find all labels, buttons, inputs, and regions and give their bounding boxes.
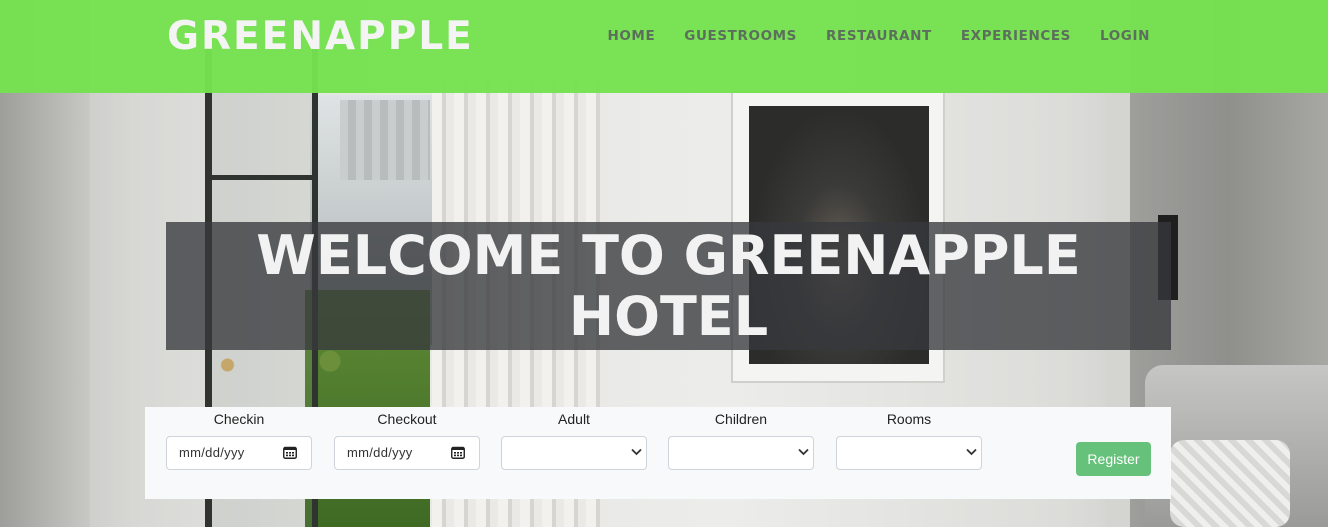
main-nav: HOME GUESTROOMS RESTAURANT EXPERIENCES L… [607,27,1150,45]
adult-select[interactable] [501,436,647,470]
children-field: Children [668,407,814,470]
checkout-input[interactable]: mm/dd/yyy [334,436,480,470]
checkout-label: Checkout [377,411,437,427]
checkin-field: Checkin mm/dd/yyy [166,407,312,470]
checkout-value: mm/dd/yyy [347,445,413,460]
site-header: GREENAPPLE HOME GUESTROOMS RESTAURANT EX… [0,0,1328,93]
chevron-down-icon [966,448,977,456]
checkin-value: mm/dd/yyy [179,445,245,460]
adult-field: Adult [501,407,647,470]
hero-outside-building [340,100,430,180]
children-select[interactable] [668,436,814,470]
welcome-banner: WELCOME TO GREENAPPLE HOTEL [166,222,1171,350]
chevron-down-icon [798,448,809,456]
booking-form: Checkin mm/dd/yyy Checkout mm/dd/yyy Adu… [145,407,1171,499]
welcome-title: WELCOME TO GREENAPPLE HOTEL [256,224,1081,348]
brand-logo[interactable]: GREENAPPLE [167,14,474,59]
nav-home[interactable]: HOME [607,27,655,45]
checkin-input[interactable]: mm/dd/yyy [166,436,312,470]
calendar-icon[interactable] [283,446,297,459]
rooms-label: Rooms [886,411,932,427]
rooms-select[interactable] [836,436,982,470]
register-button[interactable]: Register [1076,442,1151,476]
adult-label: Adult [558,411,590,427]
checkout-field: Checkout mm/dd/yyy [334,407,480,470]
chevron-down-icon [631,448,642,456]
nav-guestrooms[interactable]: GUESTROOMS [684,27,797,45]
nav-restaurant[interactable]: RESTAURANT [826,27,932,45]
nav-experiences[interactable]: EXPERIENCES [961,27,1071,45]
hero-pillow [1170,440,1290,527]
nav-login[interactable]: LOGIN [1100,27,1150,45]
rooms-field: Rooms [836,407,982,470]
calendar-icon[interactable] [451,446,465,459]
children-label: Children [714,411,768,427]
checkin-label: Checkin [213,411,265,427]
